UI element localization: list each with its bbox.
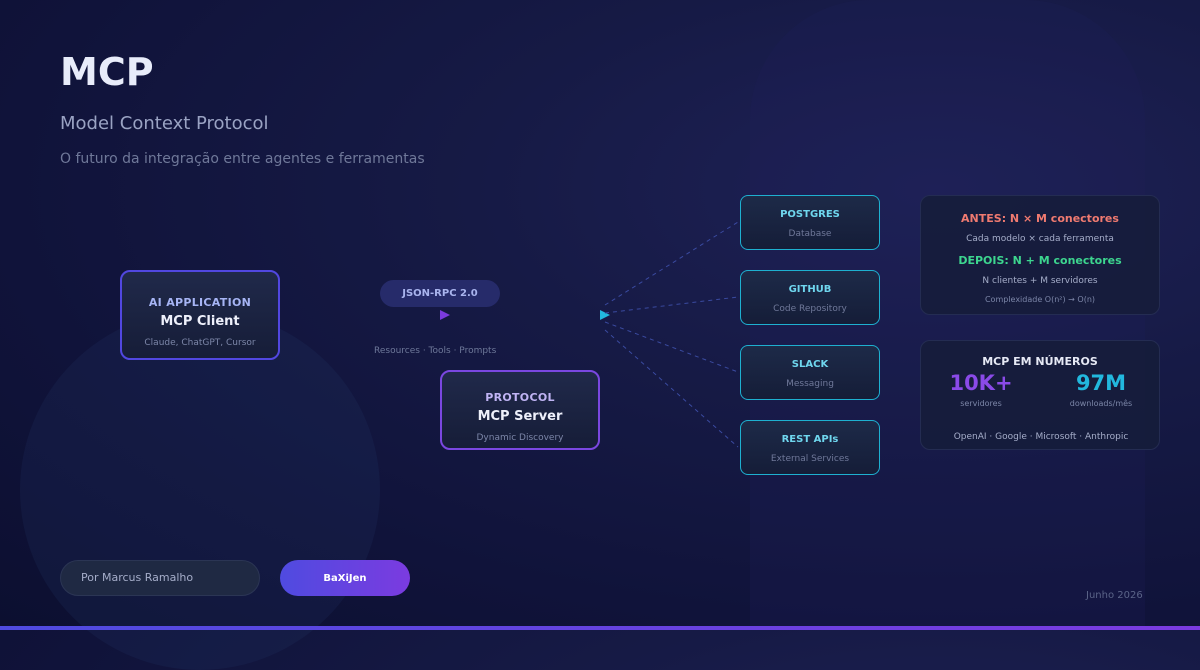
tool-name: POSTGRES [780, 209, 840, 220]
stat-downloads: 97M downloads/mês [1041, 371, 1161, 408]
stats-card: MCP EM NÚMEROS 10K+ servidores 97M downl… [920, 340, 1160, 450]
flow-arrow-icon [600, 310, 610, 320]
server-kicker: PROTOCOL [485, 391, 555, 404]
stat-label: servidores [960, 399, 1002, 408]
connector-rest-apis [604, 329, 739, 448]
partners-list: OpenAI · Google · Microsoft · Anthropic [953, 432, 1129, 442]
stat-value: 10K+ [949, 371, 1013, 395]
client-name: MCP Client [160, 314, 240, 329]
author-badge: Por Marcus Ramalho [60, 560, 260, 596]
after-note: N clientes + M servidores [982, 276, 1098, 286]
tool-name: REST APIs [781, 434, 839, 445]
before-note: Cada modelo × cada ferramenta [966, 234, 1114, 244]
stat-value: 97M [1075, 371, 1127, 395]
date-label: Junho 2026 [1086, 590, 1143, 601]
tool-desc: Messaging [786, 379, 834, 389]
brand-button[interactable]: BaXiJen [280, 560, 410, 596]
comparison-card: ANTES: N × M conectores Cada modelo × ca… [920, 195, 1160, 315]
tool-desc: Code Repository [773, 304, 847, 314]
tool-desc: External Services [770, 454, 850, 464]
tool-name: GITHUB [788, 284, 832, 295]
flow-arrow-icon [440, 310, 450, 320]
after-title: DEPOIS: N + M conectores [958, 254, 1122, 267]
tool-slack: SLACK Messaging [740, 345, 880, 400]
stats-title: MCP EM NÚMEROS [982, 355, 1098, 368]
tool-desc: Database [788, 229, 832, 239]
tool-github: GITHUB Code Repository [740, 270, 880, 325]
client-kicker: AI APPLICATION [148, 296, 252, 309]
client-examples: Claude, ChatGPT, Cursor [144, 338, 256, 348]
bottom-accent-bar [0, 626, 1200, 630]
server-feature: Dynamic Discovery [476, 433, 564, 443]
connector-github [604, 296, 739, 314]
server-name: MCP Server [477, 409, 563, 424]
before-title: ANTES: N × M conectores [961, 212, 1119, 225]
complexity-note: Complexidade O(n²) → O(n) [984, 295, 1096, 304]
tool-rest-apis: REST APIs External Services [740, 420, 880, 475]
capabilities-label: Resources · Tools · Prompts [374, 346, 497, 356]
tool-postgres: POSTGRES Database [740, 195, 880, 250]
json-rpc-badge: JSON-RPC 2.0 [380, 280, 500, 307]
mcp-server-node: PROTOCOL MCP Server Dynamic Discovery [440, 370, 600, 450]
mcp-client-node: AI APPLICATION MCP Client Claude, ChatGP… [120, 270, 280, 360]
stat-servers: 10K+ servidores [921, 371, 1041, 408]
tool-name: SLACK [791, 359, 829, 370]
connector-postgres [604, 221, 739, 306]
stat-label: downloads/mês [1069, 399, 1133, 408]
